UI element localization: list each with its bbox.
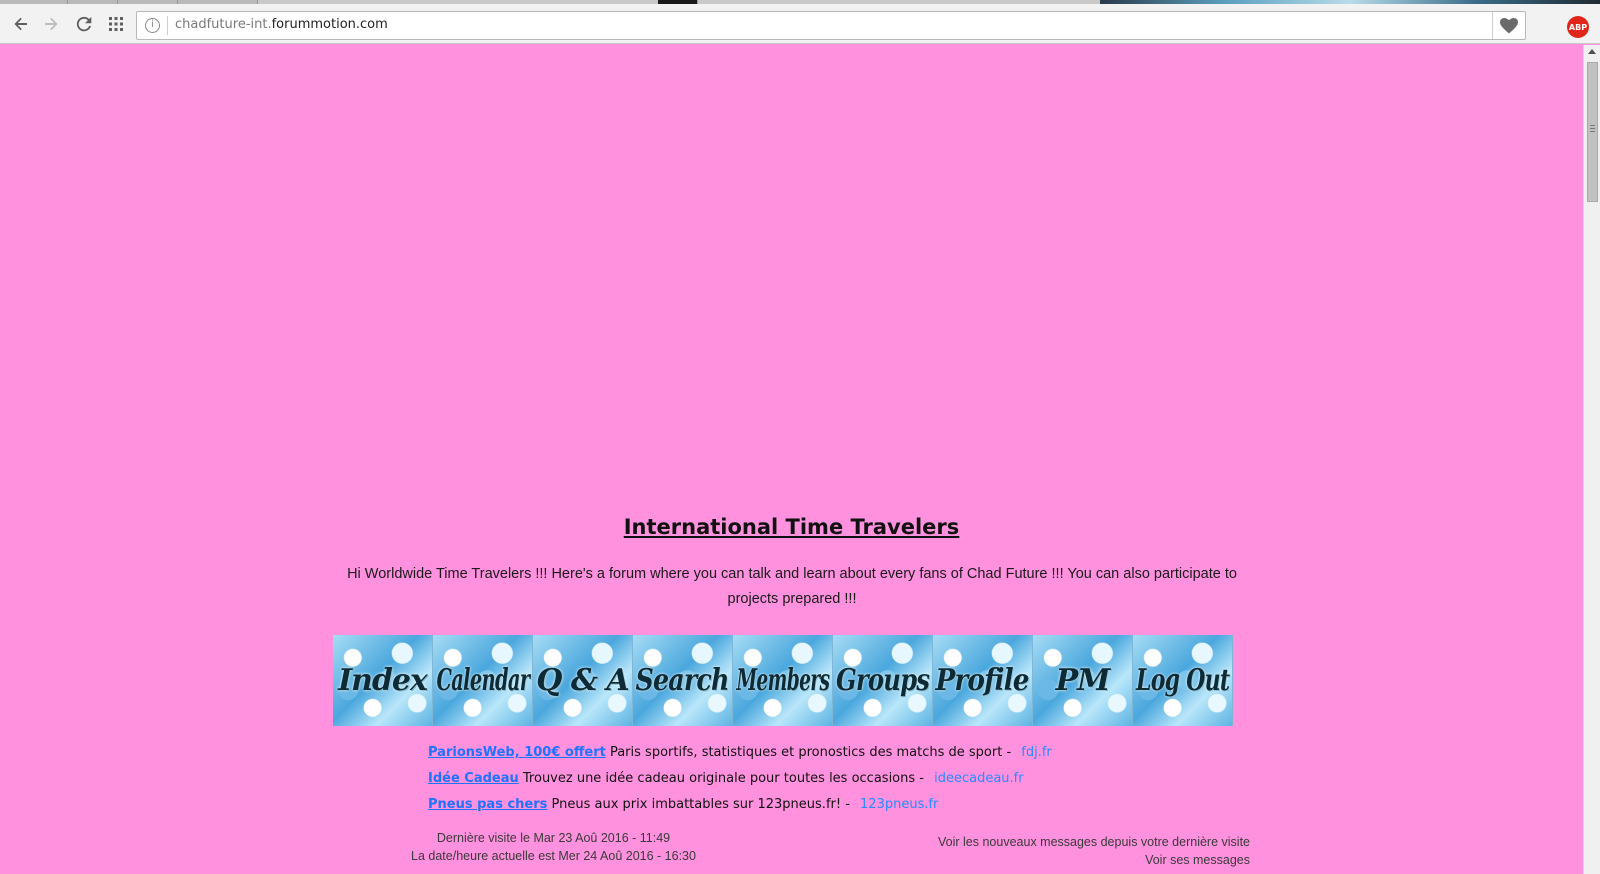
back-icon[interactable]: [9, 12, 33, 36]
nav-faq-label: Q & A: [536, 663, 629, 698]
nav-search-label: Search: [635, 663, 730, 698]
ad-text: Paris sportifs, statistiques et pronosti…: [605, 745, 1016, 760]
ad-link[interactable]: Idée Cadeau: [428, 771, 519, 786]
forum-navbar: Index Calendar Q & A Search Members Grou…: [333, 635, 1233, 726]
forward-icon[interactable]: [39, 12, 63, 36]
heart-icon[interactable]: [1492, 12, 1525, 39]
last-visit-text: Dernière visite le Mar 23 Aoû 2016 - 11:…: [436, 831, 671, 845]
forum-title[interactable]: International Time Travelers: [0, 515, 1583, 539]
nav-search[interactable]: Search: [633, 635, 733, 726]
nav-groups[interactable]: Groups: [833, 635, 933, 726]
nav-calendar-label: Calendar: [436, 663, 530, 698]
ad-text: Pneus aux prix imbattables sur 123pneus.…: [547, 797, 855, 812]
nav-profile-label: Profile: [935, 663, 1030, 698]
ad-link[interactable]: Pneus pas chers: [428, 797, 547, 812]
nav-index-label: Index: [338, 663, 428, 698]
ad-domain[interactable]: ideecadeau.fr: [934, 771, 1023, 786]
nav-logout-label: Log Out: [1135, 663, 1230, 698]
scroll-up-arrow-icon[interactable]: [1588, 49, 1596, 54]
forum-description: Hi Worldwide Time Travelers !!! Here's a…: [347, 566, 1237, 607]
nav-members-label: Members: [736, 663, 829, 698]
visit-info: Dernière visite le Mar 23 Aoû 2016 - 11:…: [396, 829, 711, 865]
ad-domain[interactable]: fdj.fr: [1021, 745, 1052, 760]
url-text[interactable]: chadfuture-int.forummotion.com: [175, 17, 388, 32]
ad-row: ParionsWeb, 100€ offert Paris sportifs, …: [428, 743, 1052, 769]
info-icon[interactable]: i: [145, 18, 160, 33]
address-bar-separator: [167, 16, 168, 35]
nav-logout[interactable]: Log Out: [1133, 635, 1233, 726]
ad-row: Idée Cadeau Trouvez une idée cadeau orig…: [428, 769, 1052, 795]
ad-link[interactable]: ParionsWeb, 100€ offert: [428, 745, 606, 760]
ad-domain[interactable]: 123pneus.fr: [860, 797, 938, 812]
forum-page: International Time Travelers Hi Worldwid…: [0, 45, 1583, 874]
reload-icon[interactable]: [72, 12, 96, 36]
nav-pm[interactable]: PM: [1033, 635, 1133, 726]
current-time-text: La date/heure actuelle est Mer 24 Aoû 20…: [411, 849, 696, 863]
my-messages-link[interactable]: Voir ses messages: [900, 851, 1250, 869]
url-host: forummotion.com: [271, 17, 388, 32]
grip-icon: [1590, 125, 1595, 132]
ad-text: Trouvez une idée cadeau originale pour t…: [518, 771, 929, 786]
scrollbar-thumb[interactable]: [1587, 62, 1598, 202]
ad-row: Pneus pas chers Pneus aux prix imbattabl…: [428, 795, 1052, 821]
nav-members[interactable]: Members: [733, 635, 833, 726]
new-messages-link[interactable]: Voir les nouveaux messages depuis votre …: [900, 833, 1250, 851]
message-links: Voir les nouveaux messages depuis votre …: [900, 833, 1250, 869]
sponsored-links: ParionsWeb, 100€ offert Paris sportifs, …: [428, 743, 1052, 821]
nav-calendar[interactable]: Calendar: [433, 635, 533, 726]
browser-toolbar: i chadfuture-int.forummotion.com ABP: [0, 4, 1600, 44]
nav-faq[interactable]: Q & A: [533, 635, 633, 726]
page-scrollbar[interactable]: [1583, 45, 1600, 874]
nav-index[interactable]: Index: [333, 635, 433, 726]
nav-groups-label: Groups: [835, 663, 930, 698]
url-subdomain: chadfuture-int.: [175, 17, 272, 32]
nav-profile[interactable]: Profile: [933, 635, 1033, 726]
nav-pm-label: PM: [1055, 663, 1111, 698]
apps-icon[interactable]: [104, 12, 128, 36]
adblock-icon[interactable]: ABP: [1567, 16, 1589, 38]
address-bar[interactable]: i chadfuture-int.forummotion.com: [136, 11, 1526, 40]
